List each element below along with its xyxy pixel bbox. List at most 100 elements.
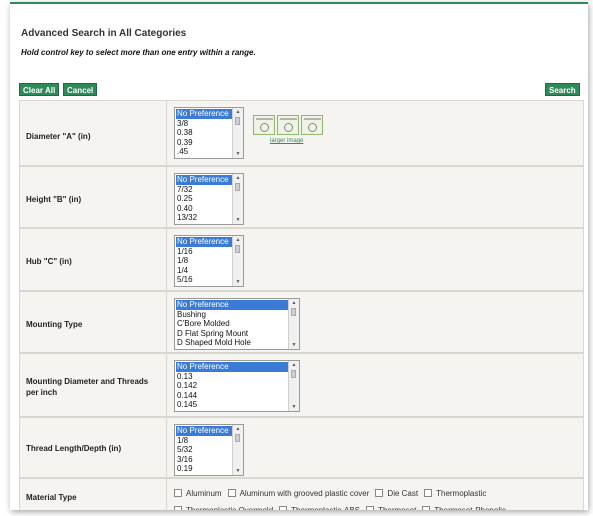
- selection-hint: Hold control key to select more than one…: [21, 48, 256, 57]
- scroll-up-icon[interactable]: ▲: [289, 361, 299, 369]
- row-divider: [166, 292, 167, 352]
- select-option[interactable]: 1/4: [176, 266, 232, 276]
- height-scrollbar[interactable]: ▲ ▼: [232, 174, 243, 224]
- select-option[interactable]: 5/16: [176, 275, 232, 285]
- select-option[interactable]: No Preference: [176, 362, 288, 372]
- row-divider: [166, 418, 167, 477]
- checkbox[interactable]: [422, 506, 431, 510]
- scroll-up-icon[interactable]: ▲: [289, 299, 299, 307]
- checkbox[interactable]: [424, 489, 433, 497]
- scroll-thumb[interactable]: [235, 117, 240, 125]
- checkbox-label: Thermoplastic: [436, 489, 487, 498]
- select-option[interactable]: 1/8: [176, 436, 232, 446]
- scroll-thumb[interactable]: [235, 183, 240, 191]
- select-option[interactable]: 1/8: [176, 256, 232, 266]
- select-option[interactable]: No Preference: [176, 300, 288, 310]
- scroll-down-icon[interactable]: ▼: [233, 216, 243, 224]
- diagram-thumbnail-1[interactable]: [253, 115, 275, 135]
- scroll-down-icon[interactable]: ▼: [233, 467, 243, 475]
- select-option[interactable]: 0.19: [176, 464, 232, 474]
- mounting-diameter-scrollbar[interactable]: ▲ ▼: [288, 361, 299, 411]
- clear-all-button[interactable]: Clear All: [19, 83, 60, 96]
- select-option[interactable]: 5/32: [176, 445, 232, 455]
- select-option[interactable]: 0.39: [176, 138, 232, 148]
- material-type-checkboxes: Aluminum Aluminum with grooved plastic co…: [174, 485, 574, 510]
- hub-select[interactable]: No Preference 1/16 1/8 1/4 5/16 ▲ ▼: [174, 235, 244, 287]
- scroll-thumb[interactable]: [291, 308, 296, 316]
- select-option[interactable]: No Preference: [176, 175, 232, 185]
- scroll-down-icon[interactable]: ▼: [289, 341, 299, 349]
- hub-scrollbar[interactable]: ▲ ▼: [232, 236, 243, 286]
- diameter-options: No Preference 3/8 0.38 0.39.45: [176, 109, 232, 157]
- height-select[interactable]: No Preference 7/32 0.25 0.40 13/32 ▲ ▼: [174, 173, 244, 225]
- select-option[interactable]: 1/16: [176, 247, 232, 257]
- scroll-thumb[interactable]: [235, 434, 240, 442]
- diameter-scrollbar[interactable]: ▲ ▼: [232, 108, 243, 158]
- select-option[interactable]: 0.40: [176, 204, 232, 214]
- checkbox[interactable]: [366, 506, 375, 510]
- scroll-thumb[interactable]: [291, 370, 296, 378]
- select-option[interactable]: 0.13: [176, 372, 288, 382]
- select-option[interactable]: D Shaped Mold Hole: [176, 338, 288, 348]
- checkbox[interactable]: [279, 506, 288, 510]
- material-option[interactable]: Aluminum with grooved plastic cover: [227, 485, 369, 502]
- checkbox[interactable]: [375, 489, 384, 497]
- select-option[interactable]: 3/16: [176, 455, 232, 465]
- larger-image-link[interactable]: larger image: [270, 138, 303, 144]
- diameter-label: Diameter "A" (in): [26, 132, 91, 141]
- scroll-thumb[interactable]: [235, 245, 240, 253]
- cancel-button[interactable]: Cancel: [63, 83, 98, 96]
- height-label: Height "B" (in): [26, 195, 82, 204]
- scroll-up-icon[interactable]: ▲: [233, 174, 243, 182]
- select-option[interactable]: 13/32: [176, 213, 232, 223]
- select-option[interactable]: C'Bore Molded: [176, 319, 288, 329]
- scroll-down-icon[interactable]: ▼: [289, 403, 299, 411]
- scroll-up-icon[interactable]: ▲: [233, 108, 243, 116]
- row-divider: [166, 229, 167, 290]
- select-option[interactable]: 0.145: [176, 400, 288, 410]
- checkbox[interactable]: [227, 489, 236, 497]
- select-option[interactable]: 0.142: [176, 381, 288, 391]
- select-option[interactable]: No Preference: [176, 109, 232, 119]
- material-option[interactable]: Aluminum: [174, 485, 222, 502]
- select-option[interactable]: D Flat Spring Mount: [176, 329, 288, 339]
- diagram-thumbnail-2[interactable]: [277, 115, 299, 135]
- select-option[interactable]: 0.25: [176, 194, 232, 204]
- material-type-label: Material Type: [26, 493, 77, 502]
- select-option[interactable]: 0.38: [176, 128, 232, 138]
- thread-length-scrollbar[interactable]: ▲ ▼: [232, 425, 243, 475]
- mounting-type-select[interactable]: No Preference Bushing C'Bore Molded D Flat …: [174, 298, 300, 350]
- select-option[interactable]: 3/8: [176, 119, 232, 129]
- checkbox[interactable]: [174, 506, 182, 510]
- scroll-up-icon[interactable]: ▲: [233, 236, 243, 244]
- select-option[interactable]: 0.144: [176, 391, 288, 401]
- search-button[interactable]: Search: [545, 83, 580, 96]
- hub-options: No Preference 1/16 1/8 1/4 5/16: [176, 237, 232, 285]
- diagram-thumbnail-3[interactable]: [301, 115, 323, 135]
- select-option[interactable]: No Preference: [176, 237, 232, 247]
- mounting-type-scrollbar[interactable]: ▲ ▼: [288, 299, 299, 349]
- thread-length-select[interactable]: No Preference 1/8 5/32 3/16 0.19 ▲ ▼: [174, 424, 244, 476]
- select-option[interactable]: Bushing: [176, 310, 288, 320]
- select-option[interactable]: 7/32: [176, 185, 232, 195]
- material-option[interactable]: Thermoplastic Overmold: [174, 502, 273, 510]
- scroll-down-icon[interactable]: ▼: [233, 150, 243, 158]
- filter-row-hub: Hub "C" (in) No Preference 1/16 1/8 1/4 5/16…: [19, 228, 584, 291]
- material-option[interactable]: Thermoset-Phenolic: [422, 502, 506, 510]
- select-option[interactable]: No Preference: [176, 426, 232, 436]
- material-option[interactable]: Thermoset: [366, 502, 416, 510]
- material-option[interactable]: Die Cast: [375, 485, 418, 502]
- material-option[interactable]: Thermoplastic: [424, 485, 486, 502]
- mounting-diameter-select[interactable]: No Preference 0.13 0.142 0.144 0.145 ▲ ▼: [174, 360, 300, 412]
- select-option[interactable]: .45: [176, 147, 232, 157]
- scroll-up-icon[interactable]: ▲: [233, 425, 243, 433]
- filter-row-thread-length: Thread Length/Depth (in) No Preference 1/…: [19, 417, 584, 478]
- row-divider: [166, 479, 167, 510]
- scroll-down-icon[interactable]: ▼: [233, 278, 243, 286]
- row-divider: [166, 354, 167, 416]
- material-option[interactable]: Thermoplastic-ABS: [279, 502, 360, 510]
- diameter-select[interactable]: No Preference 3/8 0.38 0.39.45 ▲ ▼: [174, 107, 244, 159]
- checkbox[interactable]: [174, 489, 182, 497]
- advanced-search-panel: Advanced Search in All Categories Hold c…: [10, 2, 588, 510]
- filter-row-mounting-type: Mounting Type No Preference Bushing C'Bore…: [19, 291, 584, 353]
